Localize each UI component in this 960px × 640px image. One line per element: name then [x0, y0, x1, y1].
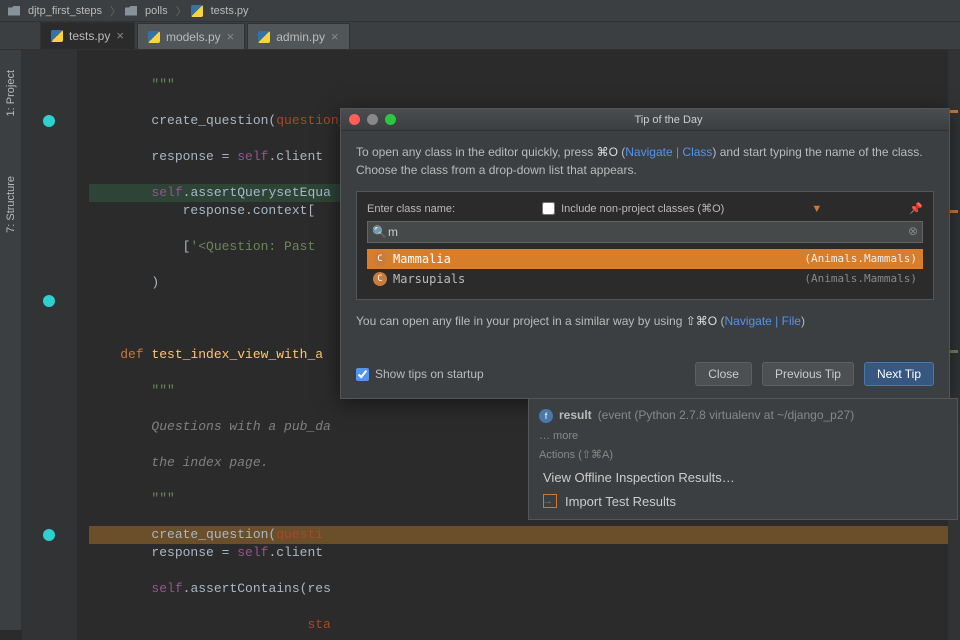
breakpoint-marker[interactable] [43, 529, 55, 541]
close-window-icon[interactable] [349, 114, 360, 125]
tab-models[interactable]: models.py× [137, 23, 245, 49]
breadcrumb-separator: 〉 [110, 3, 121, 19]
dialog-titlebar[interactable]: Tip of the Day [341, 109, 949, 131]
breadcrumb-folder[interactable]: polls [121, 5, 176, 17]
field-icon: f [539, 409, 553, 423]
actions-header: Actions (⇧⌘A) [539, 446, 947, 466]
search-everywhere-popup: f result (event (Python 2.7.8 virtualenv… [528, 398, 958, 520]
tab-admin[interactable]: admin.py× [247, 23, 349, 49]
action-import-test-results[interactable]: Import Test Results [539, 490, 947, 513]
python-file-icon [191, 5, 203, 17]
editor-gutter[interactable] [22, 50, 77, 640]
import-icon [543, 494, 557, 508]
python-file-icon [148, 31, 160, 43]
python-file-icon [258, 31, 270, 43]
window-controls [349, 114, 396, 125]
project-tool-tab[interactable]: 1: Project [3, 60, 19, 126]
breakpoint-marker[interactable] [43, 115, 55, 127]
pin-icon[interactable]: 📌 [909, 202, 923, 215]
more-link[interactable]: … more [539, 427, 947, 447]
search-result-item[interactable]: CMammalia (Animals.Mammals) [367, 249, 923, 269]
tab-tests[interactable]: tests.py× [40, 22, 135, 49]
class-icon: C [373, 272, 387, 286]
tip-content-2: You can open any file in your project in… [356, 312, 934, 330]
previous-tip-button[interactable]: Previous Tip [762, 362, 854, 386]
search-icon: 🔍 [372, 225, 387, 239]
tool-window-bar: 1: Project 7: Structure [0, 50, 22, 630]
next-tip-button[interactable]: Next Tip [864, 362, 934, 386]
folder-icon [8, 6, 20, 16]
breadcrumb-separator: 〉 [176, 3, 187, 19]
structure-tool-tab[interactable]: 7: Structure [3, 166, 19, 243]
filter-icon[interactable]: ▼ [811, 203, 822, 215]
close-button[interactable]: Close [695, 362, 752, 386]
close-icon[interactable]: × [331, 29, 339, 44]
action-offline-inspection[interactable]: View Offline Inspection Results… [539, 466, 947, 489]
navigate-class-link[interactable]: Navigate | Class [625, 145, 712, 159]
tip-content: To open any class in the editor quickly,… [356, 143, 934, 179]
search-result-item[interactable]: CMarsupials (Animals.Mammals) [367, 269, 923, 289]
close-icon[interactable]: × [116, 28, 124, 43]
python-file-icon [51, 30, 63, 42]
breakpoint-marker[interactable] [43, 295, 55, 307]
class-search-panel: Enter class name: Include non-project cl… [356, 191, 934, 300]
class-name-input[interactable] [367, 221, 923, 243]
close-icon[interactable]: × [227, 29, 235, 44]
include-non-project-checkbox[interactable]: Include non-project classes (⌘O) [542, 202, 724, 215]
breadcrumb: djtp_first_steps 〉 polls 〉 tests.py [0, 0, 960, 22]
folder-icon [125, 6, 137, 16]
minimize-window-icon[interactable] [367, 114, 378, 125]
clear-icon[interactable]: ⊗ [908, 224, 918, 238]
dialog-title: Tip of the Day [396, 114, 941, 126]
breadcrumb-root[interactable]: djtp_first_steps [4, 5, 110, 17]
class-icon: C [373, 252, 387, 266]
zoom-window-icon[interactable] [385, 114, 396, 125]
editor-tabs: tests.py× models.py× admin.py× [0, 22, 960, 50]
breadcrumb-file[interactable]: tests.py [187, 5, 257, 17]
result-row[interactable]: f result (event (Python 2.7.8 virtualenv… [539, 405, 947, 427]
enter-class-label: Enter class name: [367, 203, 455, 215]
navigate-file-link[interactable]: Navigate | File [724, 314, 800, 328]
show-tips-checkbox[interactable]: Show tips on startup [356, 367, 685, 381]
tip-of-the-day-dialog: Tip of the Day To open any class in the … [340, 108, 950, 399]
